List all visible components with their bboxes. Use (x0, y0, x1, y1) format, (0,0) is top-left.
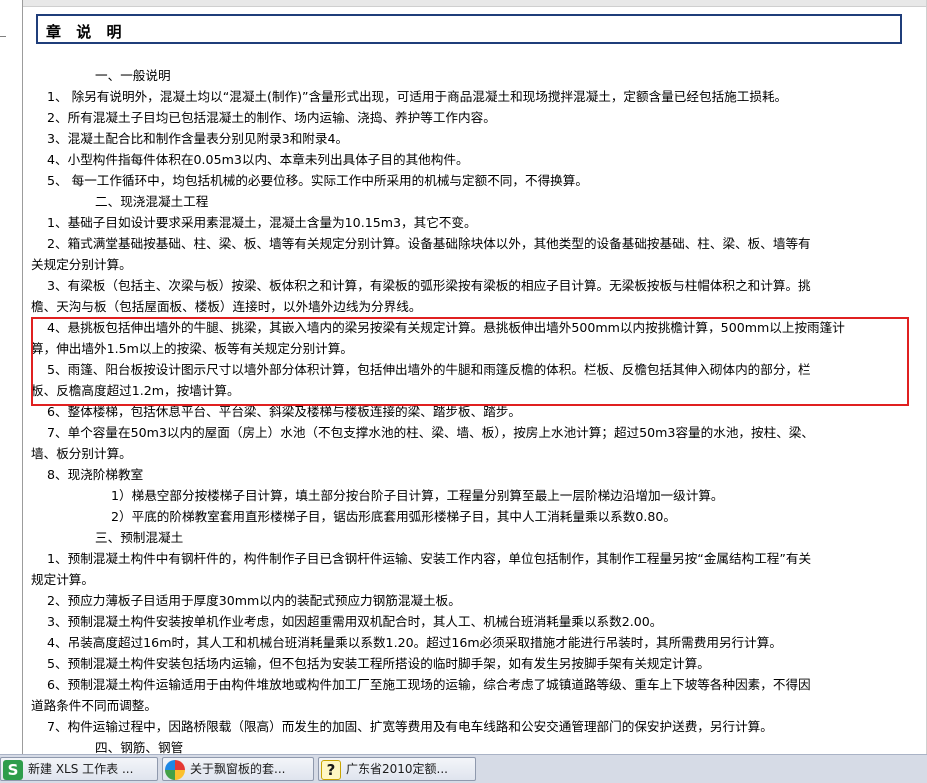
text-line: 关规定分别计算。 (31, 257, 132, 272)
text-line: 檐、天沟与板（包括屋面板、楼板）连接时，以外墙外边线为分界线。 (31, 299, 422, 314)
text-line: 7、构件运输过程中，因路桥限载（限高）而发生的加固、扩宽等费用及有电车线路和公安… (47, 719, 773, 734)
wps-spreadsheet-icon: S (3, 760, 23, 780)
left-pane-edge (0, 0, 23, 754)
document-body: 一、一般说明 1、 除另有说明外，混凝土均以“混凝土(制作)”含量形式出现，可适用… (31, 65, 911, 754)
text-line: 5、 每一工作循环中，均包括机械的必要位移。实际工作中所采用的机械与定额不同，不… (47, 173, 588, 188)
text-line: 2、预应力薄板子目适用于厚度30mm以内的装配式预应力钢筋混凝土板。 (47, 593, 461, 608)
text-line: 2）平底的阶梯教室套用直形楼梯子目，锯齿形底套用弧形楼梯子目，其中人工消耗量乘以… (111, 509, 676, 524)
text-line: 3、混凝土配合比和制作含量表分别见附录3和附录4。 (47, 131, 349, 146)
text-line: 4、吊装高度超过16m时，其人工和机械台班消耗量乘以系数1.20。超过16m必须… (47, 635, 782, 650)
text-line: 四、钢筋、钢管 (95, 740, 184, 754)
chapter-title: 章 说 明 (46, 23, 127, 41)
text-line: 3、预制混凝土构件安装按单机作业考虑，如因超重需用双机配合时，其人工、机械台班消… (47, 614, 663, 629)
text-line: 3、有梁板（包括主、次梁与板）按梁、板体积之和计算，有梁板的弧形梁按有梁板的相应… (47, 278, 811, 293)
left-pane-tick (0, 36, 6, 37)
text-line: 5、预制混凝土构件安装包括场内运输，但不包括为安装工程所搭设的临时脚手架，如有发… (47, 656, 710, 671)
help-file-icon: ? (321, 760, 341, 780)
text-line: 墙、板分别计算。 (31, 446, 132, 461)
text-line: 4、小型构件指每件体积在0.05m3以内、本章未列出具体子目的其他构件。 (47, 152, 469, 167)
text-line: 2、箱式满堂基础按基础、柱、梁、板、墙等有关规定分别计算。设备基础除块体以外，其… (47, 236, 811, 251)
text-line: 规定计算。 (31, 572, 94, 587)
taskbar-item-label: 广东省2010定额... (346, 762, 448, 776)
text-line: 8、现浇阶梯教室 (47, 467, 144, 482)
text-line: 1、 除另有说明外，混凝土均以“混凝土(制作)”含量形式出现，可适用于商品混凝土… (47, 89, 788, 104)
highlight-box (31, 317, 909, 406)
document-view[interactable]: 章 说 明 一、一般说明 1、 除另有说明外，混凝土均以“混凝土(制作)”含量形式… (23, 0, 927, 754)
text-line: 道路条件不同而调整。 (31, 698, 157, 713)
taskbar-item-help-file[interactable]: ? 广东省2010定额... (318, 757, 476, 781)
taskbar-item-label: 新建 XLS 工作表 ... (28, 762, 134, 776)
browser-icon (165, 760, 185, 780)
taskbar-item-label: 关于飘窗板的套... (190, 762, 286, 776)
chapter-title-box: 章 说 明 (36, 14, 902, 44)
text-line: 三、预制混凝土 (95, 530, 184, 545)
text-line: 1）梯悬空部分按楼梯子目计算，填土部分按台阶子目计算，工程量分别算至最上一层阶梯… (111, 488, 724, 503)
text-line: 7、单个容量在50m3以内的屋面（房上）水池（不包支撑水池的柱、梁、墙、板），按… (47, 425, 814, 440)
text-line: 二、现浇混凝土工程 (95, 194, 209, 209)
text-line: 1、预制混凝土构件中有钢杆件的，构件制作子目已含钢杆件运输、安装工作内容，单位包… (47, 551, 812, 566)
taskbar: S 新建 XLS 工作表 ... 关于飘窗板的套... ? 广东省2010定额.… (0, 754, 927, 783)
text-line: 1、基础子目如设计要求采用素混凝土，混凝土含量为10.15m3，其它不变。 (47, 215, 477, 230)
taskbar-item-browser[interactable]: 关于飘窗板的套... (162, 757, 314, 781)
text-line: 一、一般说明 (95, 68, 171, 83)
taskbar-item-spreadsheet[interactable]: S 新建 XLS 工作表 ... (0, 757, 158, 781)
text-line: 6、预制混凝土构件运输适用于由构件堆放地或构件加工厂至施工现场的运输，综合考虑了… (47, 677, 811, 692)
text-line: 2、所有混凝土子目均已包括混凝土的制作、场内运输、浇捣、养护等工作内容。 (47, 110, 496, 125)
top-rule (23, 0, 927, 7)
